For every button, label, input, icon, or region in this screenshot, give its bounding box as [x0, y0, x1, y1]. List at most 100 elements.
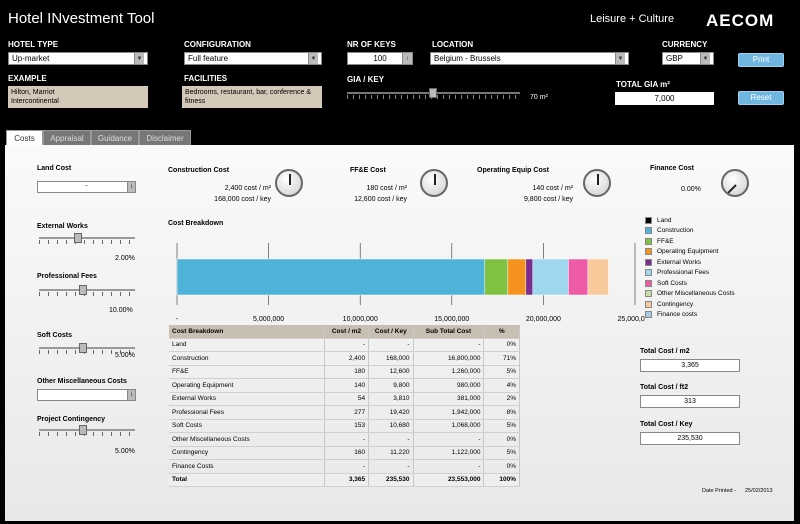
table-header: Cost / m2 [324, 325, 370, 339]
table-cell: 381,000 [413, 392, 485, 406]
legend-item: Land [645, 215, 775, 226]
external-works-value: 2.00% [115, 255, 135, 262]
finance-cost-label: Finance Cost [650, 165, 694, 172]
other-misc-label: Other Miscellaneous Costs [37, 378, 127, 385]
table-cell: 10,680 [368, 419, 414, 433]
table-cell: - [368, 432, 414, 447]
print-button[interactable]: Print [738, 53, 784, 67]
x-tick-label: 25,000,000 [617, 316, 645, 323]
table-cell: Construction [169, 351, 325, 366]
stepper-arrows-icon[interactable]: ↕ [127, 389, 136, 401]
ffe-cost-dial[interactable] [420, 169, 448, 197]
dial-needle [727, 184, 737, 194]
slider-thumb[interactable] [78, 343, 87, 353]
table-row: FF&E 180 12,600 1,260,000 5% [169, 365, 520, 379]
nr-keys-stepper[interactable]: 100 ↕ [347, 52, 413, 65]
legend-label: Professional Fees [657, 269, 710, 277]
table-cell: - [368, 459, 414, 474]
chevron-down-icon[interactable]: ▼ [700, 53, 710, 64]
total-cost-key-value: 235,530 [640, 432, 740, 445]
stepper-arrows-icon[interactable]: ↕ [402, 53, 412, 64]
table-cell: Contingency [169, 446, 325, 460]
table-cell: 0% [483, 338, 520, 352]
table-cell: 1,068,000 [413, 419, 485, 433]
slider-thumb[interactable] [78, 285, 87, 295]
table-cell: 0% [483, 459, 520, 474]
table-cell: 100% [483, 473, 520, 487]
location-select[interactable]: Belgium - Brussels ▼ [430, 52, 629, 65]
table-cell: 235,530 [368, 473, 414, 487]
stepper-arrows-icon[interactable]: ↕ [127, 181, 136, 193]
total-cost-key-label: Total Cost / Key [640, 421, 693, 428]
example-box: Hilton, Marriot Intercontinental [8, 86, 148, 108]
tab-guidance[interactable]: Guidance [91, 130, 139, 145]
currency-value: GBP [666, 54, 683, 63]
table-cell: 4% [483, 378, 520, 393]
construction-cost-key: 168,000 cost / key [214, 196, 271, 203]
total-gia-field: 7,000 [615, 92, 714, 105]
slider-ticks [39, 240, 135, 244]
currency-select[interactable]: GBP ▼ [662, 52, 714, 65]
configuration-select[interactable]: Full feature ▼ [184, 52, 322, 65]
date-printed-label: Date Printed - [702, 488, 736, 494]
chevron-down-icon[interactable]: ▼ [134, 53, 144, 64]
table-cell: 980,000 [413, 378, 485, 393]
land-cost-select[interactable]: - ↕ [37, 181, 136, 193]
slider-thumb[interactable] [78, 425, 87, 435]
legend-item: Operating Equipment [645, 247, 775, 258]
x-tick-label: 10,000,000 [343, 316, 378, 323]
x-tick-label: 20,000,000 [526, 316, 561, 323]
table-cell: External Works [169, 392, 325, 406]
construction-cost-dial[interactable] [275, 169, 303, 197]
finance-cost-dial[interactable] [721, 169, 749, 197]
table-row: Construction 2,400 168,000 16,800,000 71% [169, 351, 520, 366]
chart-legend: Land Construction FF&E Operating Equipment E… [645, 215, 775, 320]
table-cell: 16,800,000 [413, 351, 485, 366]
chevron-down-icon[interactable]: ▼ [615, 53, 625, 64]
gia-key-slider[interactable] [347, 88, 520, 99]
table-cell: 3,365 [324, 473, 370, 487]
table-cell: 9,800 [368, 378, 414, 393]
ffe-cost-m2: 180 cost / m² [366, 185, 407, 192]
bar-segment [525, 258, 534, 296]
professional-fees-label: Professional Fees [37, 273, 97, 280]
legend-item: Construction [645, 226, 775, 237]
slider-track [39, 429, 135, 431]
gia-key-value: 70 m² [530, 94, 548, 101]
total-cost-m2-label: Total Cost / m2 [640, 348, 690, 355]
other-misc-input[interactable]: ↕ [37, 389, 136, 401]
bar-segment [568, 258, 589, 296]
legend-swatch [645, 237, 652, 245]
table-cell: 3,810 [368, 392, 414, 406]
table-cell: - [324, 459, 370, 474]
hotel-type-select[interactable]: Up-market ▼ [8, 52, 148, 65]
slider-thumb[interactable] [429, 88, 437, 98]
tab-appraisal[interactable]: Appraisal [43, 130, 91, 145]
currency-label: CURRENCY [662, 40, 708, 49]
contingency-slider[interactable] [39, 425, 135, 436]
professional-fees-slider[interactable] [39, 285, 135, 296]
tab-disclaimer[interactable]: Disclaimer [139, 130, 191, 145]
external-works-label: External Works [37, 223, 88, 230]
slider-thumb[interactable] [74, 233, 83, 243]
legend-label: FF&E [657, 237, 674, 245]
chevron-down-icon[interactable]: ▼ [308, 53, 318, 64]
reset-button[interactable]: Reset [738, 91, 784, 105]
table-cell: Finance Costs [169, 459, 325, 474]
table-cell: 168,000 [368, 351, 414, 366]
table-cell: 12,600 [368, 365, 414, 379]
external-works-slider[interactable] [39, 233, 135, 244]
table-total-row: Total 3,365 235,530 23,553,000 100% [169, 473, 520, 487]
opequip-cost-dial[interactable] [583, 169, 611, 197]
table-header: Cost / Key [368, 325, 414, 339]
tab-costs[interactable]: Costs [6, 130, 43, 145]
table-cell: 19,420 [368, 405, 414, 420]
table-cell: 2,400 [324, 351, 370, 366]
construction-cost-label: Construction Cost [168, 167, 230, 174]
table-row: Contingency 160 11,220 1,122,000 5% [169, 446, 520, 460]
table-cell: Professional Fees [169, 405, 325, 420]
table-cell: 2% [483, 392, 520, 406]
table-cell: 140 [324, 378, 370, 393]
legend-item: FF&E [645, 236, 775, 247]
ffe-cost-key: 12,600 cost / key [354, 196, 407, 203]
